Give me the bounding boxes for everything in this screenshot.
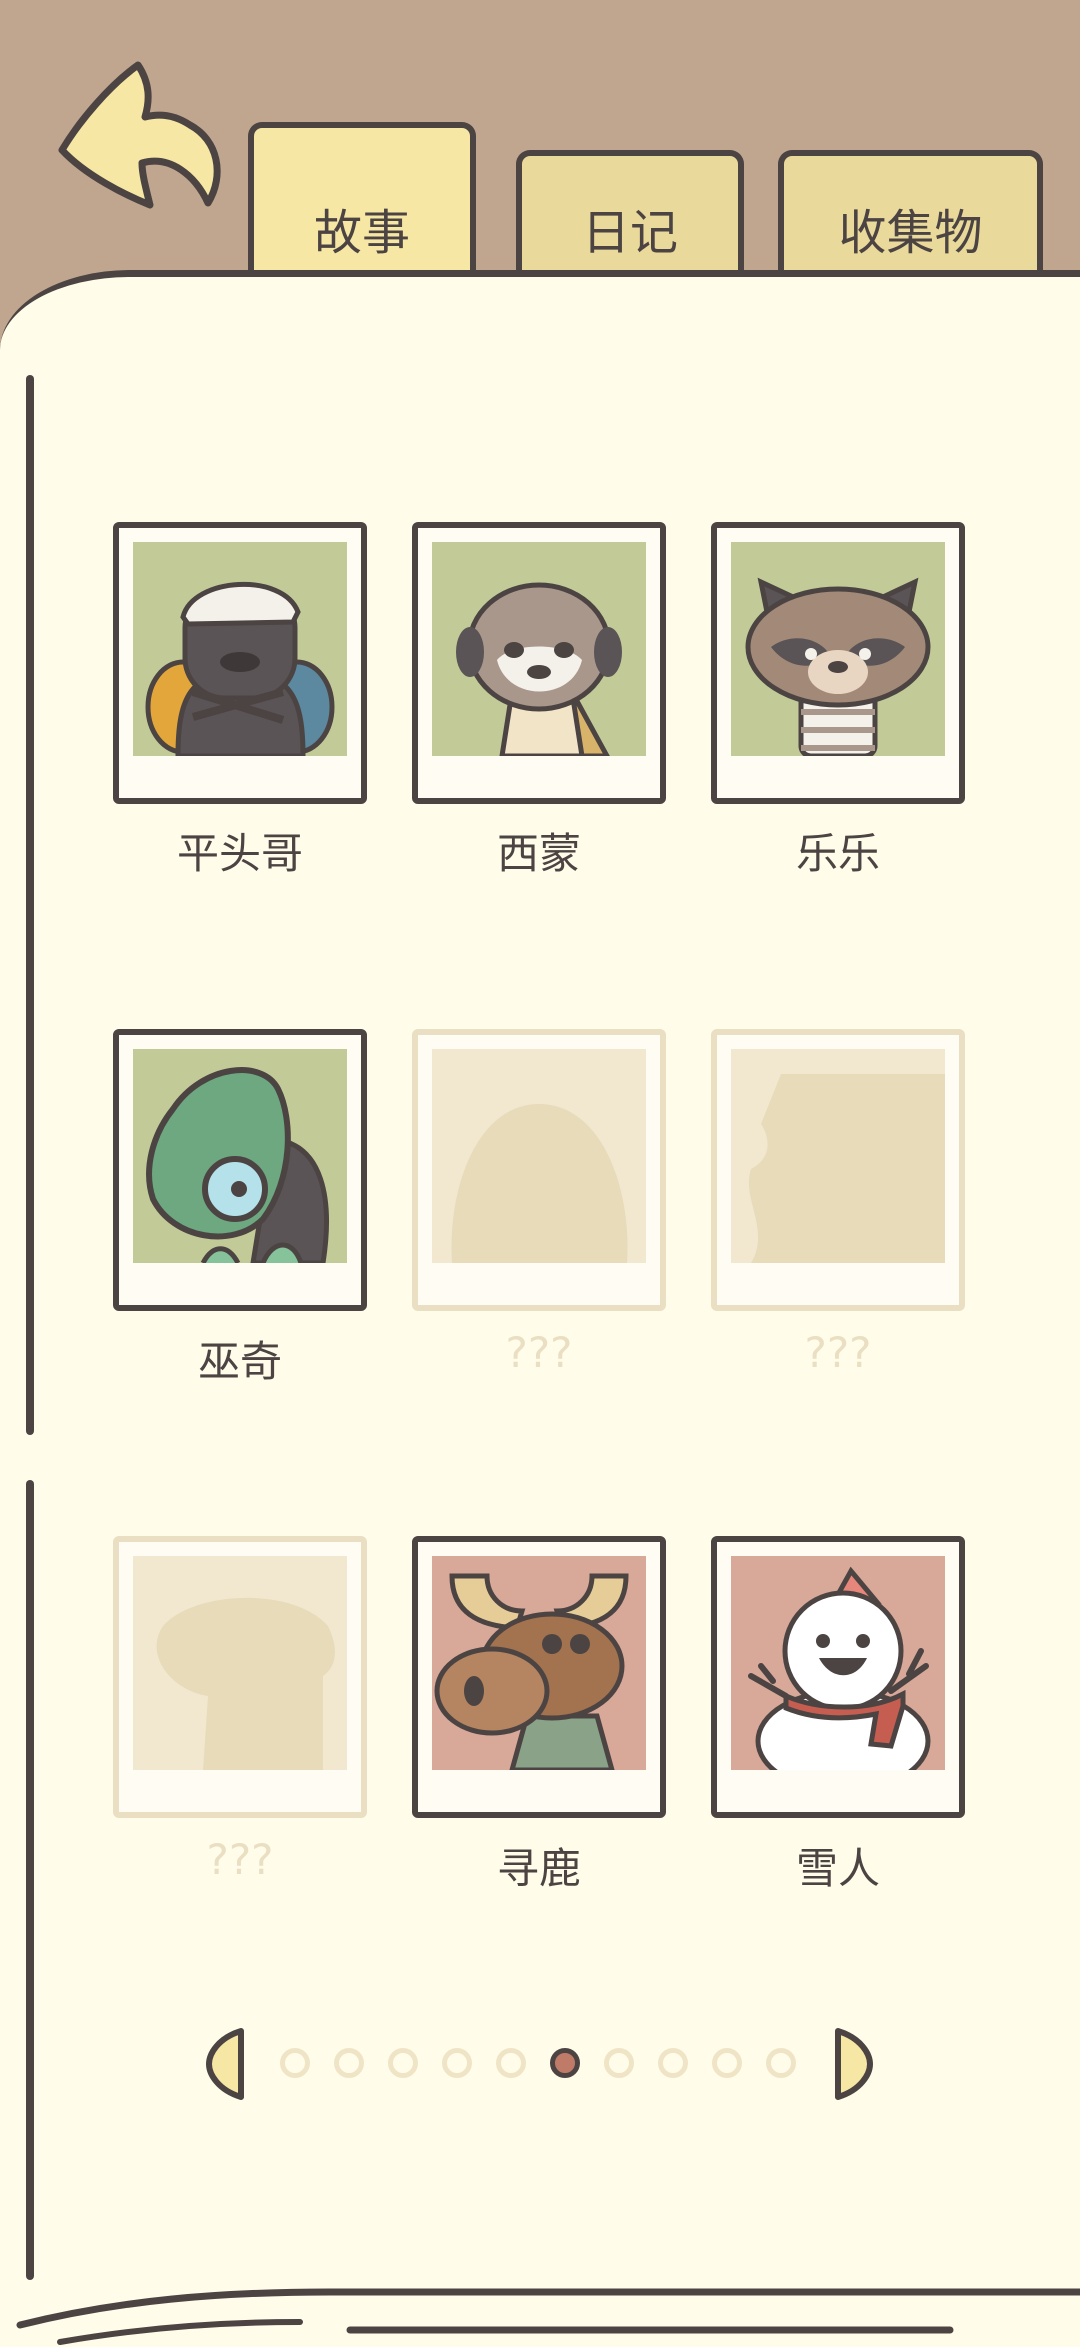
character-card-meerkat[interactable]: [412, 522, 666, 804]
character-card-honey-badger[interactable]: [113, 522, 367, 804]
character-card-locked: [711, 1029, 965, 1311]
locked-silhouette-icon: [156, 1597, 335, 1770]
character-name: 雪人: [795, 1844, 880, 1893]
character-card-moose[interactable]: [412, 1536, 666, 1818]
honey-badger-icon: [145, 582, 335, 756]
locked-silhouette-icon: [451, 1104, 628, 1263]
moose-icon: [434, 1573, 629, 1770]
page-dot[interactable]: [280, 2048, 310, 2078]
page-dot[interactable]: [766, 2048, 796, 2078]
back-button[interactable]: [50, 55, 240, 225]
right-arrow-icon: [835, 2028, 873, 2100]
character-name-locked: ???: [206, 1835, 274, 1884]
tab-stories[interactable]: 故事: [248, 122, 476, 277]
character-card-chameleon[interactable]: [113, 1029, 367, 1311]
book-spine-top: [26, 375, 34, 1435]
character-card-snowman[interactable]: [711, 1536, 965, 1818]
character-name: 西蒙: [496, 829, 581, 878]
previous-page-button[interactable]: [203, 2026, 247, 2102]
page-dot-active[interactable]: [550, 2048, 580, 2078]
chameleon-icon: [146, 1067, 329, 1263]
character-card-locked: [412, 1029, 666, 1311]
page-bottom-lines: [16, 2288, 1080, 2345]
character-card-locked: [113, 1536, 367, 1818]
character-name: 平头哥: [176, 829, 303, 878]
character-name: 巫奇: [197, 1337, 282, 1386]
character-name-locked: ???: [804, 1328, 872, 1377]
page-dot[interactable]: [496, 2048, 526, 2078]
meerkat-icon: [456, 582, 622, 756]
page-dot[interactable]: [334, 2048, 364, 2078]
character-card-raccoon-dog[interactable]: [711, 522, 965, 804]
tab-diary[interactable]: 日记: [516, 150, 744, 277]
page-dot[interactable]: [442, 2048, 472, 2078]
locked-silhouette-icon: [748, 1074, 945, 1263]
page-dot[interactable]: [604, 2048, 634, 2078]
left-arrow-icon: [206, 2028, 244, 2100]
page-dot[interactable]: [388, 2048, 418, 2078]
character-name: 乐乐: [795, 829, 880, 878]
back-arrow-icon: [58, 61, 221, 209]
next-page-button[interactable]: [832, 2026, 876, 2102]
snowman-icon: [748, 1566, 931, 1770]
character-name-locked: ???: [505, 1328, 573, 1377]
character-name: 寻鹿: [496, 1844, 581, 1893]
page-dot[interactable]: [712, 2048, 742, 2078]
page-dot[interactable]: [658, 2048, 688, 2078]
book-spine-bottom: [26, 1480, 34, 2280]
raccoon-dog-icon: [745, 577, 931, 756]
tab-collections[interactable]: 收集物: [778, 150, 1043, 277]
